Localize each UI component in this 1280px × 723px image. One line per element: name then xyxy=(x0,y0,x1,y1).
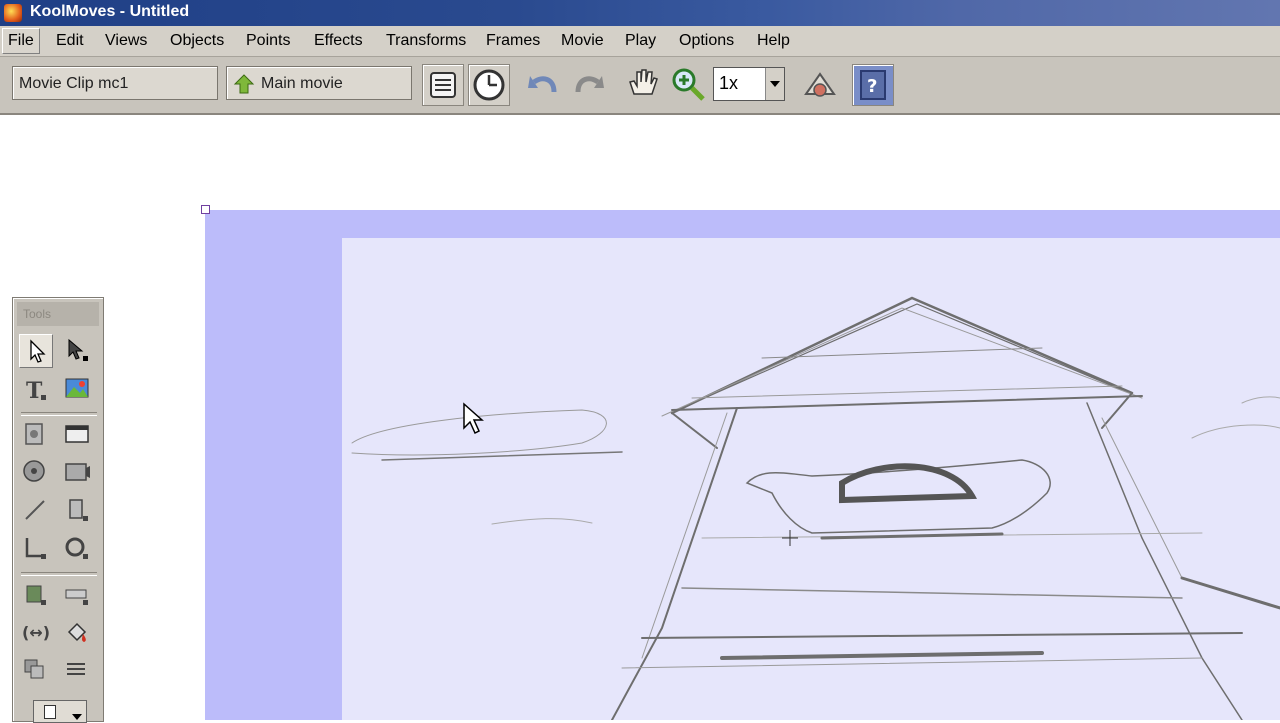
movie-tool-button[interactable] xyxy=(61,456,93,488)
brackets-icon: (↔) xyxy=(22,623,50,642)
tools-palette-header[interactable]: Tools xyxy=(17,302,99,326)
menu-objects[interactable]: Objects xyxy=(170,32,224,50)
menu-play[interactable]: Play xyxy=(625,32,656,50)
mouse-cursor-icon xyxy=(463,402,484,435)
window-icon xyxy=(65,425,89,443)
menu-edit[interactable]: Edit xyxy=(56,32,84,50)
image-icon xyxy=(65,378,89,398)
paint-bucket-tool-button[interactable] xyxy=(61,616,93,648)
group-icon xyxy=(24,659,44,679)
oval-tool-button[interactable] xyxy=(61,532,93,564)
menu-options[interactable]: Options xyxy=(679,32,734,50)
fill-tool-button[interactable] xyxy=(19,578,51,610)
sketch-drawing xyxy=(351,296,1280,720)
fill-icon xyxy=(26,585,46,605)
list-icon xyxy=(430,72,456,98)
align-tool-button[interactable] xyxy=(61,654,93,686)
zoom-value: 1x xyxy=(719,73,739,93)
gradient-tool-button[interactable] xyxy=(61,578,93,610)
toolbar: Movie Clip mc1 Main movie 1x ? xyxy=(0,57,1280,115)
sound-tool-button[interactable] xyxy=(19,456,51,488)
undo-button[interactable] xyxy=(524,64,564,104)
main-movie-button[interactable]: Main movie xyxy=(226,66,412,100)
svg-text:T: T xyxy=(26,378,43,404)
selection-handle[interactable] xyxy=(201,205,210,214)
film-icon xyxy=(65,463,90,481)
group-tool-button[interactable] xyxy=(19,654,51,686)
symbol-tool-button[interactable] xyxy=(19,418,51,450)
menu-help[interactable]: Help xyxy=(757,32,790,50)
svg-text:(↔): (↔) xyxy=(22,623,50,642)
menu-movie[interactable]: Movie xyxy=(561,32,604,50)
rectangle-tool-button[interactable] xyxy=(61,494,93,526)
line-tool-button[interactable] xyxy=(19,494,51,526)
shape-icon xyxy=(25,538,46,559)
text-tool-button[interactable]: T xyxy=(19,373,51,405)
window-title: KoolMoves - Untitled xyxy=(30,3,190,20)
chevron-down-icon[interactable] xyxy=(68,701,84,722)
arrow-pointer-icon xyxy=(30,339,46,363)
transform-tool-button[interactable]: (↔) xyxy=(19,616,51,648)
redo-button[interactable] xyxy=(568,64,608,104)
frame-list-button[interactable] xyxy=(422,64,464,106)
crosshair-icon xyxy=(782,530,798,546)
frame-tool-button[interactable] xyxy=(61,418,93,450)
menu-frames[interactable]: Frames xyxy=(486,32,540,50)
zoom-tool-button[interactable] xyxy=(668,64,708,104)
clock-icon xyxy=(473,69,505,101)
preview-icon xyxy=(804,72,836,97)
magnifier-icon xyxy=(672,68,705,101)
gradient-icon xyxy=(65,589,88,605)
film-reel-icon xyxy=(23,460,45,482)
image-tool-button[interactable] xyxy=(61,373,93,405)
preview-button[interactable] xyxy=(800,64,840,104)
text-icon: T xyxy=(26,378,46,404)
main-movie-label: Main movie xyxy=(261,75,343,92)
menu-points[interactable]: Points xyxy=(246,32,290,50)
clip-name-label: Movie Clip mc1 xyxy=(19,75,129,92)
select-tool-button[interactable] xyxy=(19,334,53,368)
align-icon xyxy=(67,663,85,675)
hand-icon xyxy=(629,69,658,95)
line-icon xyxy=(25,500,45,520)
menu-transforms[interactable]: Transforms xyxy=(386,32,466,50)
point-arrow-icon xyxy=(68,338,88,361)
title-bar: KoolMoves - Untitled xyxy=(0,0,1280,26)
menu-effects[interactable]: Effects xyxy=(314,32,363,50)
svg-text:?: ? xyxy=(867,76,877,97)
timeline-button[interactable] xyxy=(468,64,510,106)
undo-icon xyxy=(528,76,557,93)
subselect-tool-button[interactable] xyxy=(61,334,93,366)
clip-name-field[interactable]: Movie Clip mc1 xyxy=(12,66,218,100)
hand-tool-button[interactable] xyxy=(622,64,662,104)
up-arrow-icon xyxy=(233,74,255,94)
paint-bucket-icon xyxy=(67,622,87,642)
shape-tool-button[interactable] xyxy=(19,532,51,564)
app-icon[interactable] xyxy=(4,4,22,22)
menu-file[interactable]: File xyxy=(2,28,40,54)
page-icon xyxy=(44,705,56,719)
menu-views[interactable]: Views xyxy=(105,32,147,50)
menu-bar: File Edit Views Objects Points Effects T… xyxy=(0,26,1280,57)
symbol-icon xyxy=(25,423,43,445)
oval-icon xyxy=(65,537,88,559)
tools-palette: Tools T (↔) xyxy=(12,297,104,723)
zoom-select[interactable]: 1x xyxy=(713,67,785,101)
rectangle-icon xyxy=(69,499,88,521)
help-icon: ? xyxy=(860,70,886,100)
redo-icon xyxy=(575,76,604,93)
chevron-down-icon[interactable] xyxy=(765,68,784,100)
help-button[interactable]: ? xyxy=(852,64,894,106)
